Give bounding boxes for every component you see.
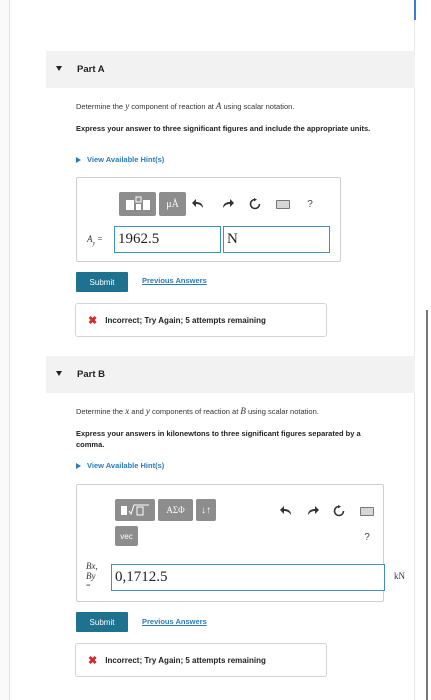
templates-button[interactable] <box>119 192 156 216</box>
part-a-previous-answers-link[interactable]: Previous Answers <box>142 276 207 285</box>
part-a-value-input[interactable]: 1962.5 <box>114 226 221 253</box>
expand-arrow-icon <box>76 462 81 469</box>
sqrt-template-icon <box>121 504 149 516</box>
part-a-answer-label: Ay = <box>87 234 103 247</box>
part-b-header[interactable]: Part B <box>46 356 415 393</box>
part-b-previous-answers-link[interactable]: Previous Answers <box>142 617 207 626</box>
redo-icon[interactable] <box>306 503 320 519</box>
part-b-submit-button[interactable]: Submit <box>76 612 128 632</box>
left-frame <box>0 0 10 700</box>
collapse-triangle-icon[interactable] <box>56 371 62 376</box>
keyboard-icon[interactable] <box>276 200 290 209</box>
part-b-answer-label: Bx, By = <box>86 561 98 590</box>
part-a-units-input[interactable]: N <box>223 226 330 253</box>
part-b-title: Part B <box>77 369 105 380</box>
part-a-title: Part A <box>77 64 105 75</box>
part-a-hint-link[interactable]: View Available Hint(s) <box>76 155 164 164</box>
part-a-header[interactable]: Part A <box>46 51 415 88</box>
collapse-triangle-icon[interactable] <box>56 66 62 71</box>
scrollbar[interactable] <box>426 310 428 700</box>
part-a-feedback: ✖ Incorrect; Try Again; 5 attempts remai… <box>75 303 327 337</box>
sort-icon[interactable]: ↓↑ <box>196 499 216 521</box>
undo-icon[interactable] <box>279 503 293 519</box>
part-b-instructions: Express your answers in kilonewtons to t… <box>76 429 361 449</box>
part-b-answer-box: ΑΣΦ ↓↑ vec ? Bx, By = 0,1712.5 <box>76 484 385 602</box>
incorrect-x-icon: ✖ <box>88 314 98 327</box>
redo-icon[interactable] <box>221 196 235 212</box>
top-scroll-indicator[interactable] <box>414 0 416 20</box>
templates-icon <box>125 196 150 210</box>
vector-button[interactable]: vec <box>115 526 138 546</box>
units-button[interactable]: μÅ <box>159 192 186 216</box>
part-a-answer-box: μÅ ? Ay = 1962.5 N <box>76 177 341 262</box>
part-b-question: Determine the x and y components of reac… <box>76 406 319 416</box>
part-b-units-label: kN <box>394 571 405 581</box>
help-icon[interactable]: ? <box>303 196 317 212</box>
right-frame-line <box>414 0 415 700</box>
reset-icon[interactable] <box>332 503 346 519</box>
part-b-feedback: ✖ Incorrect; Try Again; 5 attempts remai… <box>75 643 327 677</box>
greek-symbols-button[interactable]: ΑΣΦ <box>158 499 193 521</box>
help-icon[interactable]: ? <box>360 529 374 545</box>
undo-icon[interactable] <box>191 196 205 212</box>
part-a-instructions: Express your answer to three significant… <box>76 124 371 133</box>
reset-icon[interactable] <box>248 196 262 212</box>
templates-button[interactable] <box>115 499 155 521</box>
incorrect-x-icon: ✖ <box>88 654 98 667</box>
part-b-hint-link[interactable]: View Available Hint(s) <box>76 461 164 470</box>
part-b-value-input[interactable]: 0,1712.5 <box>111 564 385 591</box>
part-a-submit-button[interactable]: Submit <box>76 272 128 292</box>
keyboard-icon[interactable] <box>360 507 374 516</box>
part-a-question: Determine the y component of reaction at… <box>76 101 295 111</box>
expand-arrow-icon <box>76 156 81 163</box>
